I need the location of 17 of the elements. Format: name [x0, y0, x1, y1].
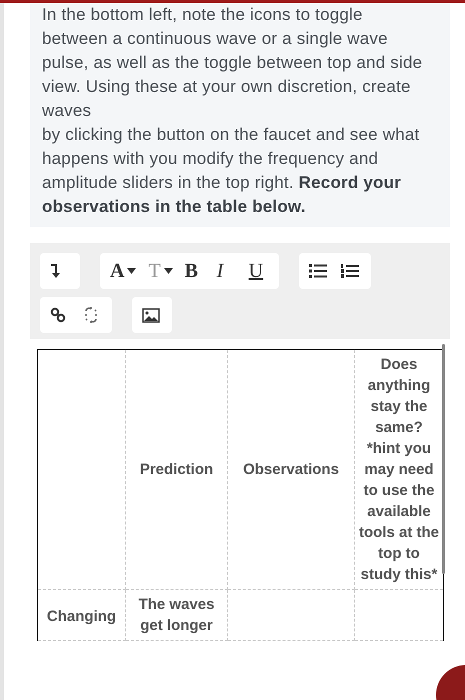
image-icon [142, 308, 160, 322]
link-icon [50, 307, 66, 323]
instructions-text: In the bottom left, note the icons to toggle between a continuous wave or a single wave pulse, as well as the toggle between top and side view. Using these at your own discretion, create waves by clicking the button on the faucet and see what happens with you modify the frequency and amplitude sliders in the top right. Record your observations in the table below. [30, 3, 450, 227]
table-cell: The waves get longer [126, 590, 228, 640]
caret-icon [127, 268, 136, 274]
caret-icon [164, 268, 173, 274]
table-cell: Prediction [126, 350, 228, 590]
table-cell: Observations [228, 350, 354, 590]
format-button[interactable]: U [242, 253, 275, 289]
format-button[interactable]: B [178, 253, 211, 289]
format-button[interactable]: I [210, 253, 243, 289]
format-menu-button[interactable]: A [104, 253, 142, 289]
bullet-list-icon [308, 264, 327, 278]
table-cell: Changing [38, 590, 126, 640]
table-cell: Does anything stay the same? *hint you may need to use the available tools at the top to study this* [354, 350, 444, 590]
arrow-down-icon [50, 264, 60, 278]
numbered-list-icon [340, 263, 359, 279]
